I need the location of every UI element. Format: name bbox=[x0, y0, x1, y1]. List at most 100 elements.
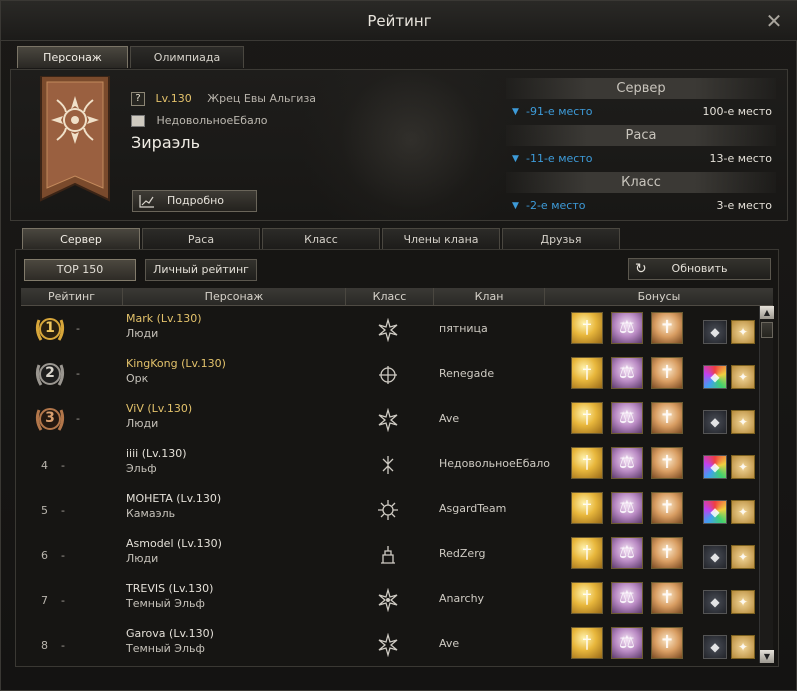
clan-name: Ave bbox=[439, 637, 460, 650]
sword-bonus-icon[interactable]: † bbox=[571, 627, 603, 659]
rank-change: - bbox=[61, 549, 65, 562]
tab-clan-members[interactable]: Члены клана bbox=[382, 228, 500, 249]
gem-bonus-icon[interactable]: ◆ bbox=[703, 410, 727, 434]
cross-bonus-icon[interactable]: ✝ bbox=[651, 447, 683, 479]
race-rank-delta: -11-е место bbox=[526, 152, 593, 165]
table-row[interactable]: 5 - MOHETA (Lv.130) Камаэль AsgardTeam †… bbox=[21, 488, 761, 533]
cross-bonus-icon[interactable]: ✝ bbox=[651, 582, 683, 614]
silver-medal-icon: 2 bbox=[33, 359, 67, 391]
col-clan: Клан bbox=[434, 288, 545, 305]
tab-friends[interactable]: Друзья bbox=[502, 228, 620, 249]
character-race: Темный Эльф bbox=[126, 597, 205, 610]
table-row[interactable]: 8 - Garova (Lv.130) Темный Эльф Ave † ⚖ … bbox=[21, 623, 761, 668]
scroll-up-icon[interactable]: ▲ bbox=[760, 306, 774, 319]
close-icon[interactable]: ✕ bbox=[764, 11, 784, 31]
character-name: ViV (Lv.130) bbox=[126, 402, 193, 415]
clan-crest-icon bbox=[131, 115, 145, 127]
gem-bonus-icon[interactable]: ◆ bbox=[703, 365, 727, 389]
col-class: Класс bbox=[346, 288, 434, 305]
crest-bonus-icon[interactable]: ✦ bbox=[731, 455, 755, 479]
scales-bonus-icon[interactable]: ⚖ bbox=[611, 537, 643, 569]
crest-bonus-icon[interactable]: ✦ bbox=[731, 410, 755, 434]
rank-number: 1 bbox=[45, 320, 55, 336]
clan-name: НедовольноеЕбало bbox=[439, 457, 551, 470]
sword-bonus-icon[interactable]: † bbox=[571, 582, 603, 614]
refresh-label: Обновить bbox=[671, 262, 728, 275]
scales-bonus-icon[interactable]: ⚖ bbox=[611, 357, 643, 389]
sword-bonus-icon[interactable]: † bbox=[571, 312, 603, 344]
refresh-icon: ↻ bbox=[635, 261, 647, 277]
gold-medal-icon: 1 bbox=[33, 314, 67, 346]
personal-rating-button[interactable]: Личный рейтинг bbox=[145, 259, 257, 281]
clan-name: Anarchy bbox=[439, 592, 485, 605]
table-row[interactable]: 6 - Asmodel (Lv.130) Люди RedZerg † ⚖ ✝ … bbox=[21, 533, 761, 578]
bronze-medal-icon: 3 bbox=[33, 404, 67, 436]
scales-bonus-icon[interactable]: ⚖ bbox=[611, 492, 643, 524]
class-emblem-icon bbox=[378, 633, 398, 657]
gem-bonus-icon[interactable]: ◆ bbox=[703, 500, 727, 524]
crest-bonus-icon[interactable]: ✦ bbox=[731, 635, 755, 659]
window-title: Рейтинг bbox=[367, 12, 432, 30]
cross-bonus-icon[interactable]: ✝ bbox=[651, 537, 683, 569]
question-icon[interactable]: ? bbox=[131, 92, 145, 106]
chart-icon bbox=[139, 195, 154, 208]
character-name: TREVIS (Lv.130) bbox=[126, 582, 214, 595]
table-row[interactable]: 1 - Mark (Lv.130) Люди пятница † ⚖ ✝ ◆ ✦ bbox=[21, 308, 761, 353]
sword-bonus-icon[interactable]: † bbox=[571, 447, 603, 479]
tab-class[interactable]: Класс bbox=[262, 228, 380, 249]
table-row[interactable]: 7 - TREVIS (Lv.130) Темный Эльф Anarchy … bbox=[21, 578, 761, 623]
scales-bonus-icon[interactable]: ⚖ bbox=[611, 582, 643, 614]
clan-name: AsgardTeam bbox=[439, 502, 507, 515]
cross-bonus-icon[interactable]: ✝ bbox=[651, 627, 683, 659]
scroll-down-icon[interactable]: ▼ bbox=[760, 650, 774, 663]
top150-button[interactable]: TOP 150 bbox=[24, 259, 136, 281]
sword-bonus-icon[interactable]: † bbox=[571, 537, 603, 569]
sword-bonus-icon[interactable]: † bbox=[571, 492, 603, 524]
crest-bonus-icon[interactable]: ✦ bbox=[731, 500, 755, 524]
scales-bonus-icon[interactable]: ⚖ bbox=[611, 447, 643, 479]
gem-bonus-icon[interactable]: ◆ bbox=[703, 320, 727, 344]
table-row[interactable]: 4 - iiii (Lv.130) Эльф НедовольноеЕбало … bbox=[21, 443, 761, 488]
crest-bonus-icon[interactable]: ✦ bbox=[731, 590, 755, 614]
crest-bonus-icon[interactable]: ✦ bbox=[731, 320, 755, 344]
scales-bonus-icon[interactable]: ⚖ bbox=[611, 627, 643, 659]
character-name: MOHETA (Lv.130) bbox=[126, 492, 222, 505]
col-bonuses: Бонусы bbox=[637, 290, 681, 303]
class-rank-delta: -2-е место bbox=[526, 199, 586, 212]
rank-number: 2 bbox=[45, 365, 55, 381]
character-race: Эльф bbox=[126, 462, 157, 475]
sword-bonus-icon[interactable]: † bbox=[571, 402, 603, 434]
cross-bonus-icon[interactable]: ✝ bbox=[651, 312, 683, 344]
scrollbar[interactable]: ▲ ▼ bbox=[759, 306, 774, 663]
gem-bonus-icon[interactable]: ◆ bbox=[703, 590, 727, 614]
character-race: Орк bbox=[126, 372, 149, 385]
gem-bonus-icon[interactable]: ◆ bbox=[703, 545, 727, 569]
class-emblem-icon bbox=[378, 588, 398, 612]
sword-bonus-icon[interactable]: † bbox=[571, 357, 603, 389]
tab-olympiad[interactable]: Олимпиада bbox=[130, 46, 244, 68]
details-button[interactable]: Подробно bbox=[132, 190, 257, 212]
tab-race[interactable]: Раса bbox=[142, 228, 260, 249]
cross-bonus-icon[interactable]: ✝ bbox=[651, 402, 683, 434]
cross-bonus-icon[interactable]: ✝ bbox=[651, 492, 683, 524]
tab-character[interactable]: Персонаж bbox=[17, 46, 128, 68]
rank-number: 3 bbox=[45, 410, 55, 426]
crest-bonus-icon[interactable]: ✦ bbox=[731, 545, 755, 569]
cross-bonus-icon[interactable]: ✝ bbox=[651, 357, 683, 389]
gem-bonus-icon[interactable]: ◆ bbox=[703, 455, 727, 479]
character-race: Люди bbox=[126, 327, 159, 340]
race-rank-header: Раса bbox=[506, 125, 776, 146]
character-race: Темный Эльф bbox=[126, 642, 205, 655]
tab-server[interactable]: Сервер bbox=[22, 228, 140, 249]
rank-change: - bbox=[61, 594, 65, 607]
gem-bonus-icon[interactable]: ◆ bbox=[703, 635, 727, 659]
rank-change: - bbox=[61, 504, 65, 517]
crest-bonus-icon[interactable]: ✦ bbox=[731, 365, 755, 389]
scales-bonus-icon[interactable]: ⚖ bbox=[611, 402, 643, 434]
scales-bonus-icon[interactable]: ⚖ bbox=[611, 312, 643, 344]
table-row[interactable]: 3 - ViV (Lv.130) Люди Ave † ⚖ ✝ ◆ ✦ bbox=[21, 398, 761, 443]
table-row[interactable]: 2 - KingKong (Lv.130) Орк Renegade † ⚖ ✝… bbox=[21, 353, 761, 398]
sub-tabs: Сервер Раса Класс Члены клана Друзья bbox=[22, 228, 620, 249]
refresh-button[interactable]: ↻ Обновить bbox=[628, 258, 771, 280]
scroll-thumb[interactable] bbox=[761, 322, 773, 338]
